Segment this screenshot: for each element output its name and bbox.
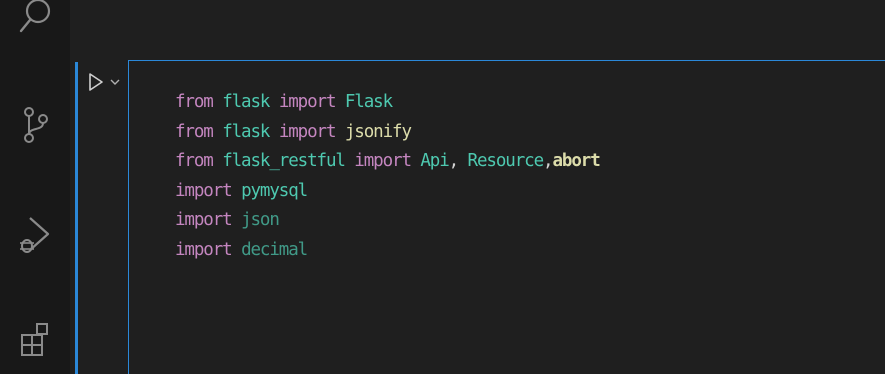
extensions-icon[interactable] xyxy=(0,306,70,374)
code-token: Flask xyxy=(344,92,393,112)
code-line[interactable]: import decimal xyxy=(175,236,600,266)
code-token: import xyxy=(354,151,412,171)
code-line[interactable]: import pymysql xyxy=(175,177,600,207)
code-token: from xyxy=(175,151,214,171)
code-token: import xyxy=(278,121,337,142)
search-icon[interactable] xyxy=(0,0,70,52)
code-token: from xyxy=(175,92,214,112)
code-line[interactable]: from flask import Flask xyxy=(175,88,600,118)
code-line[interactable]: from flask import jsonify xyxy=(175,118,600,148)
code-token: flask xyxy=(222,121,270,142)
code-token: import xyxy=(175,210,233,230)
cell-focus-indicator xyxy=(75,62,78,374)
code-line[interactable]: from flask_restful import Api, Resource,… xyxy=(175,147,601,177)
run-debug-icon[interactable] xyxy=(0,200,70,270)
run-cell-icon[interactable] xyxy=(88,72,104,92)
code-token: decimal xyxy=(241,239,308,260)
code-token: abort xyxy=(552,151,600,171)
code-token: pymysql xyxy=(241,180,308,201)
code-token: flask_restful xyxy=(222,151,346,171)
code-line[interactable]: import json xyxy=(175,206,600,236)
code-token: Api xyxy=(420,151,449,171)
code-token: import xyxy=(175,239,233,260)
code-token: import xyxy=(175,180,233,201)
cell-toolbar xyxy=(88,70,120,94)
code-token: , xyxy=(448,151,468,171)
chevron-down-icon[interactable] xyxy=(110,78,120,86)
activity-bar xyxy=(0,0,70,374)
code-editor[interactable]: from flask import Flask from flask import… xyxy=(175,88,601,266)
code-token: from xyxy=(175,121,214,142)
code-token: jsonify xyxy=(344,121,412,142)
source-control-icon[interactable] xyxy=(0,90,70,160)
code-token: Resource xyxy=(467,151,545,171)
code-token: json xyxy=(241,210,280,230)
code-token: flask xyxy=(222,92,270,112)
code-token: import xyxy=(278,92,337,112)
vscode-window: from flask import Flask from flask import… xyxy=(0,0,885,374)
